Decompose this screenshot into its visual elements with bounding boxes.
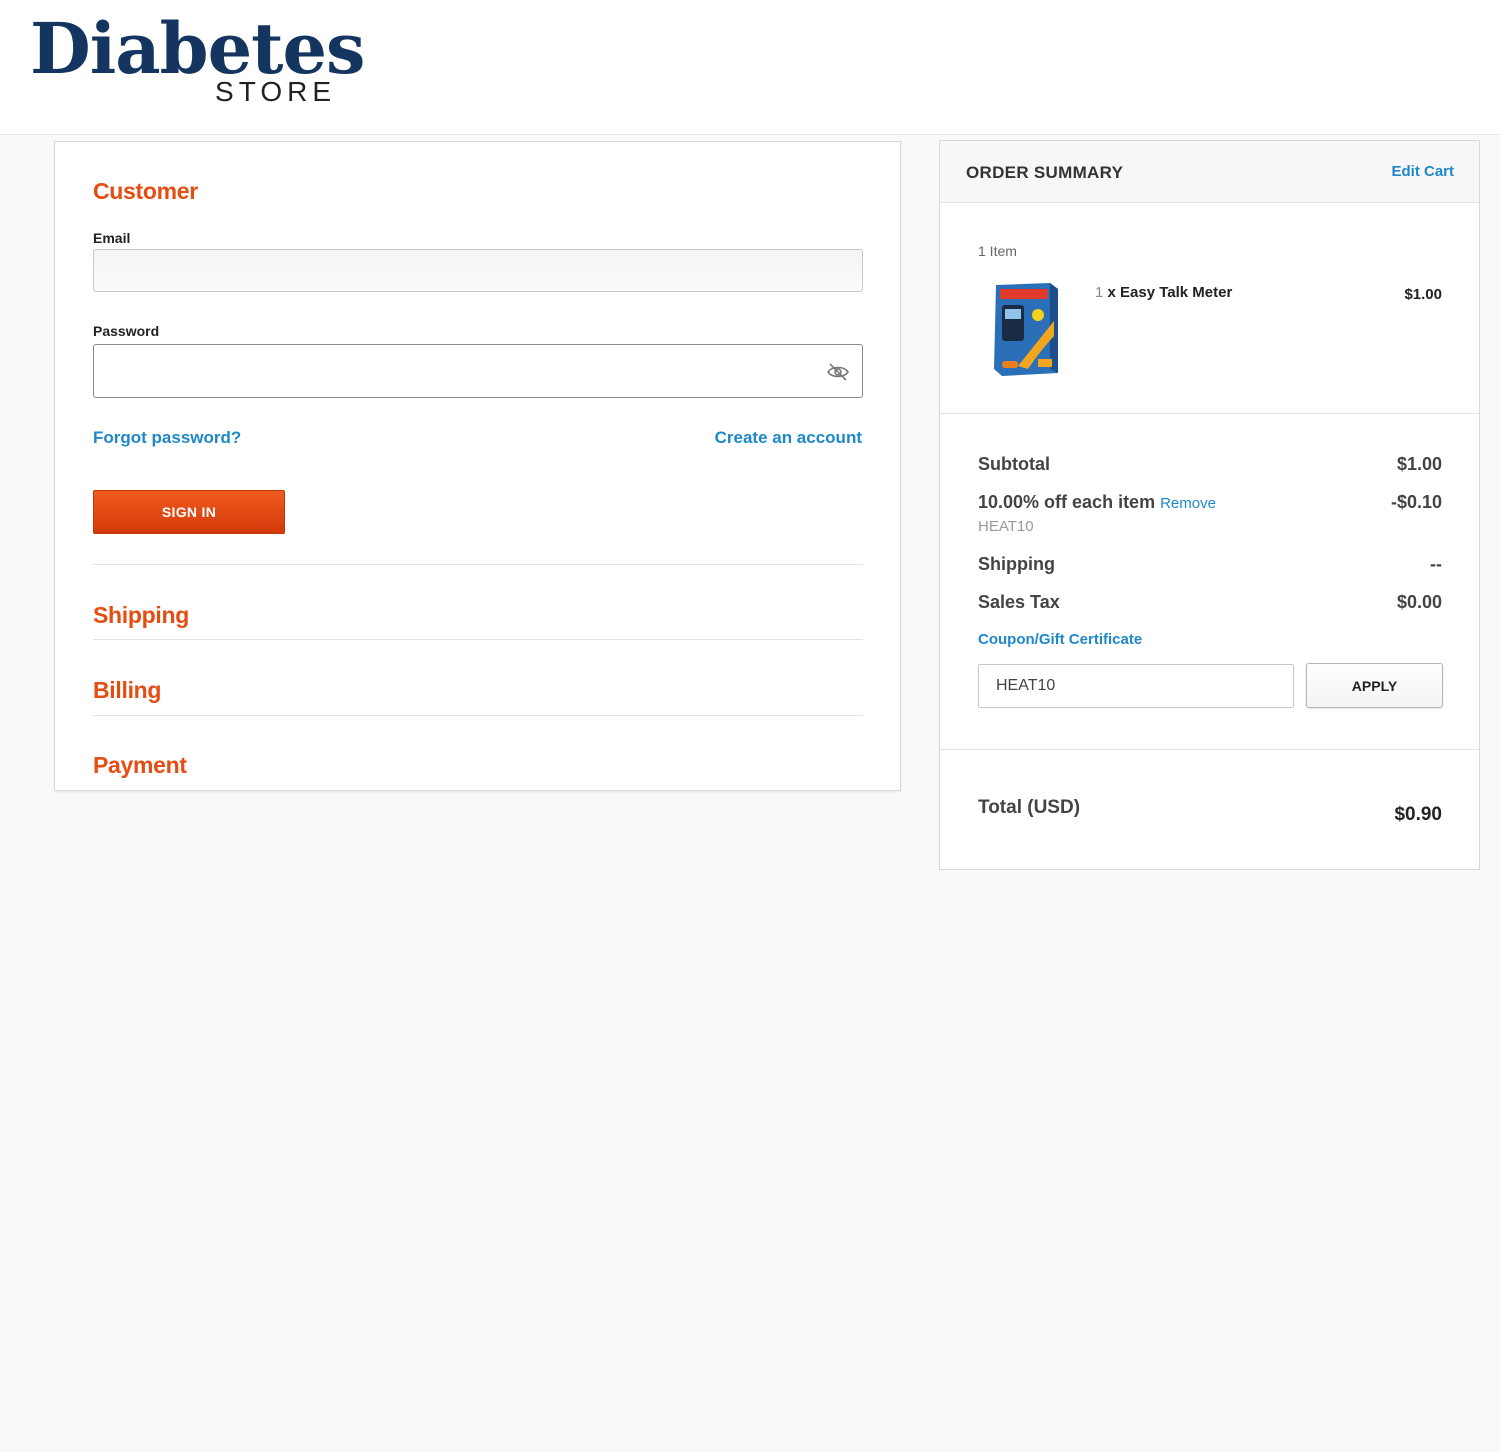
subtotal-label: Subtotal — [978, 454, 1050, 474]
sales-tax-label: Sales Tax — [978, 592, 1060, 612]
total-value: $0.90 — [1394, 804, 1442, 825]
section-divider — [93, 639, 863, 640]
logo-sub-text: STORE — [215, 76, 336, 107]
product-box-icon — [994, 283, 1058, 376]
edit-cart-link[interactable]: Edit Cart — [1391, 163, 1454, 180]
password-field[interactable] — [93, 344, 863, 398]
shipping-value: -- — [1430, 554, 1442, 574]
order-summary-panel: ORDER SUMMARY Edit Cart 1 Item 1 x Easy … — [939, 140, 1480, 870]
coupon-gift-certificate-link[interactable]: Coupon/Gift Certificate — [978, 631, 1142, 648]
logo-main-text: Diabetes — [30, 7, 365, 90]
product-price: $1.00 — [1404, 286, 1442, 303]
discount-label: 10.00% off each item — [978, 492, 1156, 512]
create-account-link[interactable]: Create an account — [715, 428, 862, 448]
subtotal-value: $1.00 — [1396, 454, 1442, 474]
shipping-label: Shipping — [978, 554, 1055, 574]
customer-section-title: Customer — [93, 178, 198, 204]
total-label: Total (USD) — [978, 797, 1081, 818]
product-qty: 1 — [1095, 284, 1104, 301]
discount-row: 10.00% off each item Remove — [978, 492, 1216, 513]
shipping-section-title[interactable]: Shipping — [93, 602, 189, 629]
order-summary-title: ORDER SUMMARY — [966, 163, 1124, 182]
billing-section-title[interactable]: Billing — [93, 677, 161, 704]
product-name[interactable]: 1 x Easy Talk Meter — [1095, 284, 1232, 301]
discount-value: -$0.10 — [1390, 492, 1442, 512]
password-label: Password — [93, 323, 160, 339]
eye-slash-icon[interactable] — [826, 362, 850, 382]
apply-coupon-button[interactable]: APPLY — [1306, 663, 1443, 708]
store-logo[interactable]: Diabetes STORE — [30, 14, 365, 108]
forgot-password-link[interactable]: Forgot password? — [93, 428, 241, 448]
site-header: Diabetes STORE — [0, 0, 1500, 135]
sales-tax-value: $0.00 — [1396, 592, 1442, 612]
checkout-panel: Customer Email Password Forgot password?… — [54, 141, 901, 791]
sign-in-button[interactable]: SIGN IN — [93, 490, 285, 534]
coupon-input[interactable]: HEAT10 — [978, 664, 1294, 708]
summary-divider — [940, 413, 1479, 414]
payment-section-title[interactable]: Payment — [93, 752, 187, 779]
section-divider — [93, 564, 863, 565]
email-field[interactable] — [93, 249, 863, 292]
section-divider — [93, 715, 863, 716]
order-summary-header: ORDER SUMMARY Edit Cart — [940, 141, 1479, 203]
remove-discount-link[interactable]: Remove — [1160, 495, 1216, 512]
discount-code: HEAT10 — [978, 518, 1034, 535]
summary-divider — [940, 749, 1479, 750]
email-label: Email — [93, 230, 131, 246]
items-count: 1 Item — [978, 243, 1017, 259]
product-title: x Easy Talk Meter — [1107, 284, 1233, 301]
